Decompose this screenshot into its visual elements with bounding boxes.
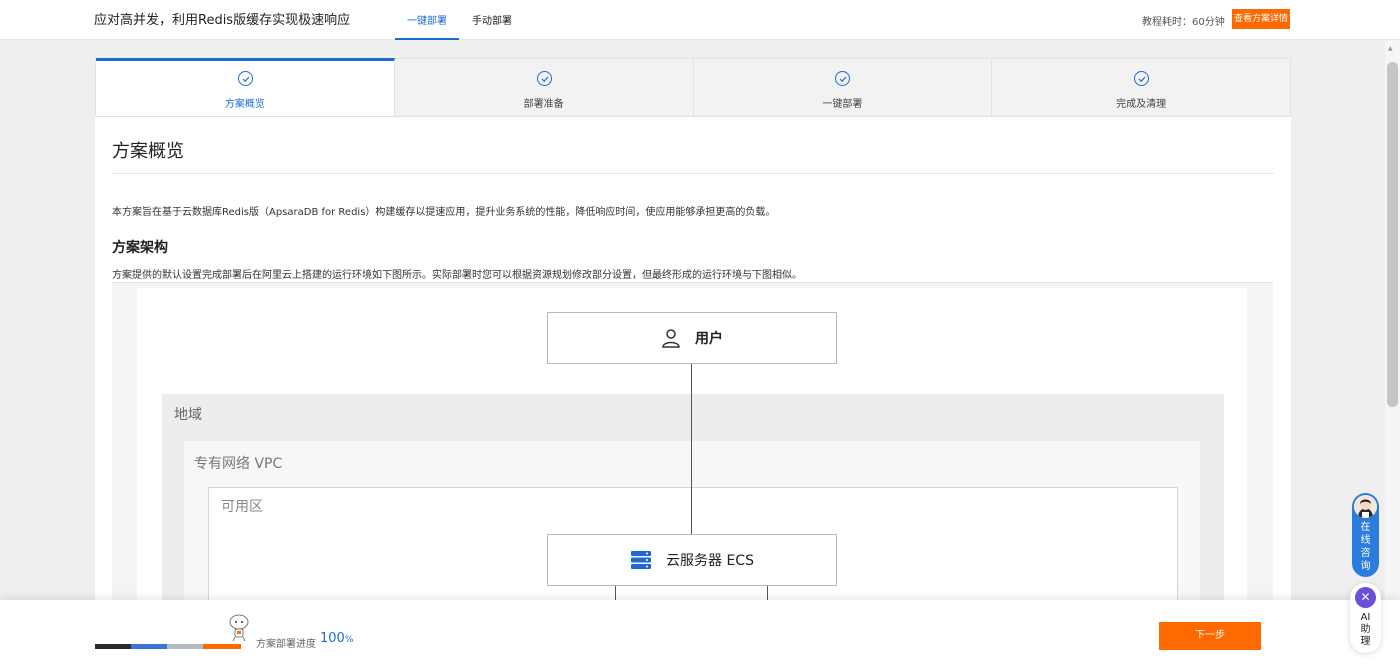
- check-circle-icon: [237, 71, 253, 86]
- scrollbar-thumb[interactable]: [1387, 62, 1398, 407]
- step-preparation[interactable]: 部署准备: [395, 59, 694, 116]
- view-details-button[interactable]: 查看方案详情: [1232, 9, 1290, 29]
- divider: [112, 173, 1274, 174]
- tab-one-click-deploy[interactable]: 一键部署: [407, 12, 447, 27]
- tutorial-duration: 教程耗时：60分钟: [1142, 17, 1225, 28]
- online-consult-button[interactable]: 在线咨询: [1352, 493, 1379, 577]
- step-label: 方案概览: [224, 99, 265, 110]
- step-navigator: 方案概览 部署准备 一键部署 完成及清理: [95, 58, 1291, 117]
- step-complete-cleanup[interactable]: 完成及清理: [992, 59, 1290, 116]
- section-title: 方案概览: [112, 141, 184, 162]
- region-label: 地域: [174, 407, 202, 423]
- vpc-label: 专有网络 VPC: [194, 456, 283, 472]
- scroll-up-arrow-icon[interactable]: ▲: [1388, 45, 1393, 52]
- content-panel: 方案概览 本方案旨在基于云数据库Redis版（ApsaraDB for Redi…: [95, 117, 1291, 641]
- progress-label: 方案部署进度: [256, 639, 316, 650]
- server-icon: [631, 551, 652, 569]
- avatar: [1354, 495, 1377, 518]
- step-overview[interactable]: 方案概览: [96, 58, 395, 116]
- check-circle-icon: [536, 71, 552, 86]
- ecs-node: 云服务器 ECS: [547, 534, 837, 586]
- user-node: 用户: [547, 312, 837, 364]
- tab-manual-deploy[interactable]: 手动部署: [472, 12, 512, 27]
- step-one-click-deploy[interactable]: 一键部署: [694, 59, 993, 116]
- architecture-description: 方案提供的默认设置完成部署后在阿里云上搭建的运行环境如下图所示。实际部署时您可以…: [112, 270, 802, 281]
- ecs-node-label: 云服务器 ECS: [666, 553, 754, 569]
- az-label: 可用区: [221, 499, 263, 515]
- active-tab-indicator: [395, 38, 459, 40]
- user-icon: [662, 329, 680, 348]
- next-step-button[interactable]: 下一步: [1159, 622, 1261, 650]
- connector-line: [691, 364, 692, 534]
- top-header: 应对高并发，利用Redis版缓存实现极速响应 一键部署 手动部署 教程耗时：60…: [0, 0, 1400, 40]
- intro-text: 本方案旨在基于云数据库Redis版（ApsaraDB for Redis）构建缓…: [112, 207, 776, 218]
- architecture-title: 方案架构: [112, 240, 168, 256]
- step-label: 一键部署: [822, 99, 863, 110]
- page-title: 应对高并发，利用Redis版缓存实现极速响应: [94, 13, 351, 28]
- check-circle-icon: [835, 71, 851, 86]
- mascot-icon: [229, 614, 249, 642]
- step-label: 部署准备: [523, 99, 564, 110]
- architecture-diagram: 地域 专有网络 VPC 可用区 用户 云服务器 ECS: [112, 282, 1273, 641]
- diagram-canvas: 地域 专有网络 VPC 可用区 用户 云服务器 ECS: [137, 288, 1247, 641]
- step-label: 完成及清理: [1116, 99, 1167, 110]
- check-circle-icon: [1134, 71, 1150, 86]
- ai-sparkle-icon: ✕: [1355, 587, 1376, 608]
- ai-assistant-button[interactable]: ✕ AI 助理: [1350, 583, 1381, 653]
- bottom-bar: 方案部署进度 100% 下一步: [0, 600, 1400, 672]
- consult-label: 在线咨询: [1360, 522, 1371, 572]
- ai-assistant-label: AI 助理: [1360, 612, 1371, 647]
- deploy-progress-bar: [95, 644, 241, 649]
- user-node-label: 用户: [695, 331, 723, 347]
- progress-value: 100%: [320, 631, 354, 646]
